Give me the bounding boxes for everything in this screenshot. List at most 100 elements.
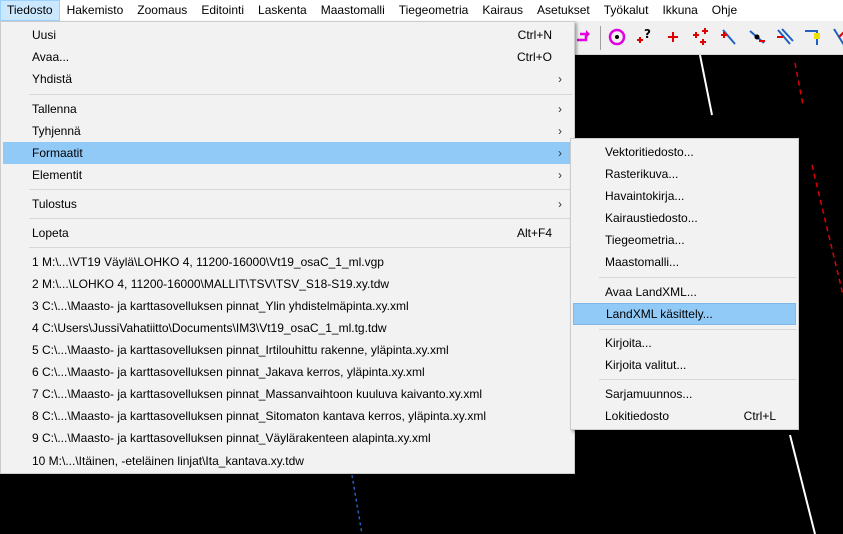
menu-item-lopeta[interactable]: Lopeta Alt+F4 <box>3 222 572 244</box>
shortcut-label: Alt+F4 <box>516 226 552 240</box>
recent-file-label: 6 C:\...\Maasto- ja karttasovelluksen pi… <box>32 365 425 379</box>
svg-text:?: ? <box>644 27 651 41</box>
chevron-right-icon: › <box>558 168 562 182</box>
add-point-icon[interactable] <box>662 26 684 48</box>
menu-separator <box>29 94 572 95</box>
chevron-right-icon: › <box>558 146 562 160</box>
shortcut-label: Ctrl+O <box>516 50 552 64</box>
menu-maastomalli[interactable]: Maastomalli <box>314 0 392 21</box>
recent-file-item[interactable]: 6 C:\...\Maasto- ja karttasovelluksen pi… <box>3 361 572 383</box>
recent-file-item[interactable]: 4 C:\Users\JussiVahatiitto\Documents\IM3… <box>3 317 572 339</box>
menu-item-tyhjenna[interactable]: Tyhjennä › <box>3 120 572 142</box>
recent-file-item[interactable]: 1 M:\...\VT19 Väylä\LOHKO 4, 11200-16000… <box>3 251 572 273</box>
recent-file-item[interactable]: 10 M:\...\Itäinen, -eteläinen linjat\Ita… <box>3 450 572 472</box>
redo-arrow-icon[interactable] <box>572 26 594 48</box>
menu-separator <box>599 379 796 380</box>
menu-laskenta[interactable]: Laskenta <box>251 0 314 21</box>
point-query-icon[interactable]: ? <box>634 26 656 48</box>
recent-file-label: 9 C:\...\Maasto- ja karttasovelluksen pi… <box>32 431 431 445</box>
line-node-icon[interactable] <box>746 26 768 48</box>
menu-item-label: Tyhjennä <box>32 124 81 138</box>
menu-item-kairaustiedosto[interactable]: Kairaustiedosto... <box>573 207 796 229</box>
parallel-lines-icon[interactable] <box>774 26 796 48</box>
recent-file-item[interactable]: 9 C:\...\Maasto- ja karttasovelluksen pi… <box>3 427 572 449</box>
menu-bar: Tiedosto Hakemisto Zoomaus Editointi Las… <box>0 0 843 22</box>
menu-item-elementit[interactable]: Elementit › <box>3 164 572 186</box>
menu-hakemisto[interactable]: Hakemisto <box>60 0 131 21</box>
menu-item-label: LandXML käsittely... <box>606 307 713 321</box>
menu-tiedosto[interactable]: Tiedosto <box>0 0 60 21</box>
menu-item-label: Tiegeometria... <box>605 233 685 247</box>
menu-ikkuna[interactable]: Ikkuna <box>655 0 704 21</box>
menu-item-kirjoita-valitut[interactable]: Kirjoita valitut... <box>573 354 796 376</box>
menu-item-label: Lokitiedosto <box>605 409 670 423</box>
menu-item-uusi[interactable]: Uusi Ctrl+N <box>3 24 572 46</box>
menu-item-label: Maastomalli... <box>605 255 680 269</box>
recent-file-label: 3 C:\...\Maasto- ja karttasovelluksen pi… <box>32 299 409 313</box>
menu-item-label: Uusi <box>32 28 57 42</box>
menu-item-yhdista[interactable]: Yhdistä › <box>3 68 572 90</box>
menu-item-vektoritiedosto[interactable]: Vektoritiedosto... <box>573 141 796 163</box>
target-circle-icon[interactable] <box>606 26 628 48</box>
menu-item-label: Tulostus <box>32 197 77 211</box>
recent-file-label: 5 C:\...\Maasto- ja karttasovelluksen pi… <box>32 343 449 357</box>
menu-item-tallenna[interactable]: Tallenna › <box>3 98 572 120</box>
menu-item-sarjamuunnos[interactable]: Sarjamuunnos... <box>573 383 796 405</box>
menu-tyokalut[interactable]: Työkalut <box>597 0 656 21</box>
recent-file-item[interactable]: 7 C:\...\Maasto- ja karttasovelluksen pi… <box>3 383 572 405</box>
menu-separator <box>599 277 796 278</box>
menu-item-formaatit[interactable]: Formaatit › <box>3 142 572 164</box>
menu-item-avaa-landxml[interactable]: Avaa LandXML... <box>573 281 796 303</box>
menu-item-label: Avaa... <box>32 50 70 64</box>
recent-file-item[interactable]: 3 C:\...\Maasto- ja karttasovelluksen pi… <box>3 295 572 317</box>
menu-item-label: Sarjamuunnos... <box>605 387 693 401</box>
menu-item-kirjoita[interactable]: Kirjoita... <box>573 332 796 354</box>
recent-file-label: 8 C:\...\Maasto- ja karttasovelluksen pi… <box>32 409 486 423</box>
menu-item-label: Formaatit <box>32 146 83 160</box>
menu-item-landxml-kasittely[interactable]: LandXML käsittely... <box>573 303 796 325</box>
recent-file-item[interactable]: 2 M:\...\LOHKO 4, 11200-16000\MALLIT\TSV… <box>3 273 572 295</box>
menu-item-label: Lopeta <box>32 226 69 240</box>
menu-item-label: Havaintokirja... <box>605 189 685 203</box>
menu-separator <box>29 218 572 219</box>
menu-item-label: Tallenna <box>32 102 77 116</box>
chevron-right-icon: › <box>558 124 562 138</box>
shortcut-label: Ctrl+L <box>743 409 776 423</box>
menu-item-label: Kirjoita... <box>605 336 652 350</box>
chevron-right-icon: › <box>558 72 562 86</box>
menu-separator <box>29 189 572 190</box>
recent-file-label: 7 C:\...\Maasto- ja karttasovelluksen pi… <box>32 387 482 401</box>
menu-asetukset[interactable]: Asetukset <box>530 0 597 21</box>
recent-file-label: 2 M:\...\LOHKO 4, 11200-16000\MALLIT\TSV… <box>32 277 390 291</box>
recent-file-item[interactable]: 5 C:\...\Maasto- ja karttasovelluksen pi… <box>3 339 572 361</box>
chevron-right-icon: › <box>558 197 562 211</box>
recent-file-item[interactable]: 8 C:\...\Maasto- ja karttasovelluksen pi… <box>3 405 572 427</box>
add-points-icon[interactable] <box>690 26 712 48</box>
menu-tiegeometria[interactable]: Tiegeometria <box>392 0 476 21</box>
menu-item-label: Yhdistä <box>32 72 73 86</box>
corner-tool-icon[interactable] <box>802 26 824 48</box>
recent-file-label: 10 M:\...\Itäinen, -eteläinen linjat\Ita… <box>32 454 304 468</box>
toolbar-separator <box>600 26 601 50</box>
chevron-right-icon: › <box>558 102 562 116</box>
toolbar: ? <box>572 22 843 55</box>
menu-item-rasterikuva[interactable]: Rasterikuva... <box>573 163 796 185</box>
menu-item-label: Vektoritiedosto... <box>605 145 694 159</box>
slash-tool-icon[interactable] <box>828 26 843 48</box>
menu-item-avaa[interactable]: Avaa... Ctrl+O <box>3 46 572 68</box>
menu-ohje[interactable]: Ohje <box>705 0 744 21</box>
menu-separator <box>29 247 572 248</box>
menu-zoomaus[interactable]: Zoomaus <box>130 0 194 21</box>
file-menu: Uusi Ctrl+N Avaa... Ctrl+O Yhdistä › Tal… <box>0 21 575 474</box>
recent-file-label: 4 C:\Users\JussiVahatiitto\Documents\IM3… <box>32 321 387 335</box>
menu-item-tiegeometria[interactable]: Tiegeometria... <box>573 229 796 251</box>
menu-item-label: Kairaustiedosto... <box>605 211 698 225</box>
menu-item-tulostus[interactable]: Tulostus › <box>3 193 572 215</box>
line-tool-icon[interactable] <box>718 26 740 48</box>
menu-item-maastomalli[interactable]: Maastomalli... <box>573 251 796 273</box>
menu-editointi[interactable]: Editointi <box>194 0 251 21</box>
menu-kairaus[interactable]: Kairaus <box>475 0 530 21</box>
menu-item-lokitiedosto[interactable]: Lokitiedosto Ctrl+L <box>573 405 796 427</box>
menu-item-havaintokirja[interactable]: Havaintokirja... <box>573 185 796 207</box>
menu-item-label: Avaa LandXML... <box>605 285 697 299</box>
